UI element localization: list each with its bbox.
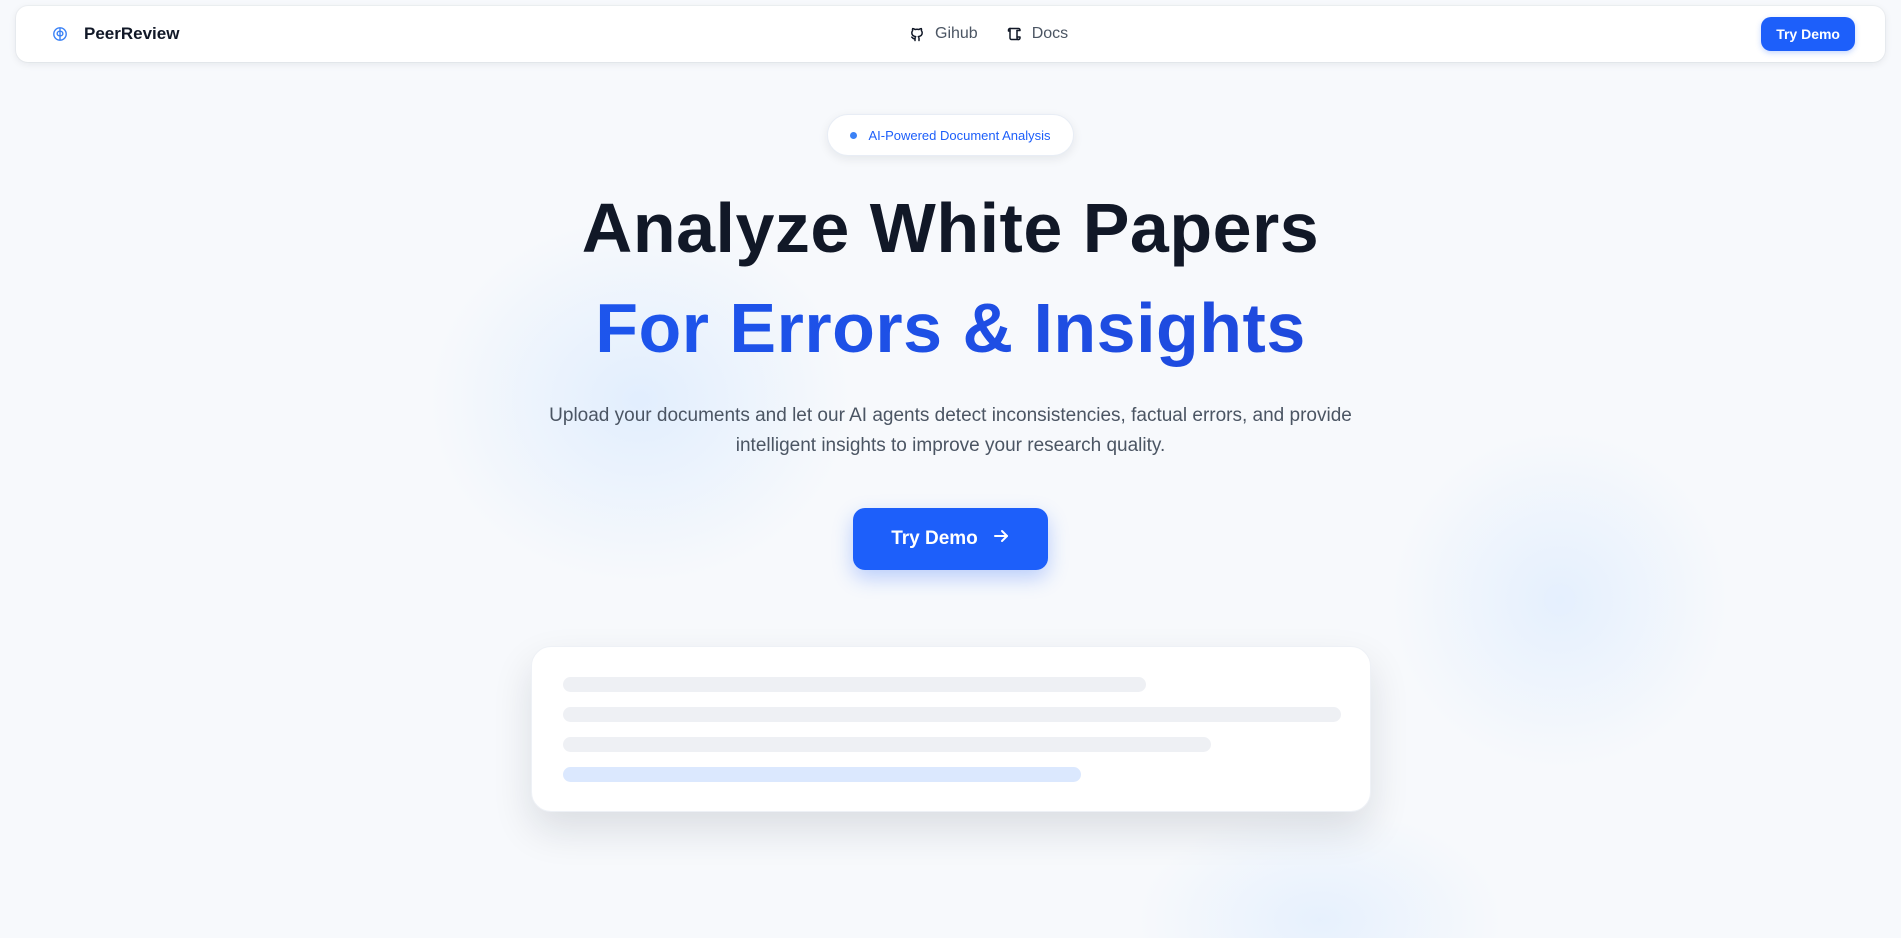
hero-subtitle-line-1: Upload your documents and let our AI age… [549,405,1352,426]
skeleton-line [563,677,1146,692]
hero-subtitle: Upload your documents and let our AI age… [540,401,1361,461]
nav-try-demo-button[interactable]: Try Demo [1761,17,1855,51]
hero-cta-label: Try Demo [891,528,978,549]
hero-try-demo-button[interactable]: Try Demo [853,508,1048,570]
hero-title-line-2: For Errors & Insights [0,286,1901,370]
badge-dot-icon [850,131,858,139]
nav-link-github[interactable]: Gihub [909,25,978,43]
brain-icon [52,26,68,42]
arrow-right-icon [992,527,1010,551]
nav-links: Gihub Docs [909,6,1068,62]
hero-title-line-1: Analyze White Papers [581,189,1320,267]
nav-link-label: Gihub [935,25,978,42]
skeleton-line-highlight [563,767,1081,782]
brand-name: PeerReview [84,24,180,43]
scroll-icon [1006,26,1022,42]
nav-link-docs[interactable]: Docs [1006,25,1068,43]
github-icon [909,26,925,42]
navbar: PeerReview Gihub Docs Try Demo [16,6,1885,62]
nav-link-label: Docs [1031,25,1069,42]
badge-label: AI-Powered Document Analysis [868,127,1051,143]
skeleton-line [563,737,1211,752]
feature-badge: AI-Powered Document Analysis [827,114,1074,156]
document-preview-card [531,646,1371,812]
brand[interactable]: PeerReview [52,6,179,62]
landing-page: PeerReview Gihub Docs Try Demo AI-Powere… [0,0,1901,938]
hero-subtitle-line-2: intelligent insights to improve your res… [735,435,1166,456]
skeleton-line [563,707,1341,722]
